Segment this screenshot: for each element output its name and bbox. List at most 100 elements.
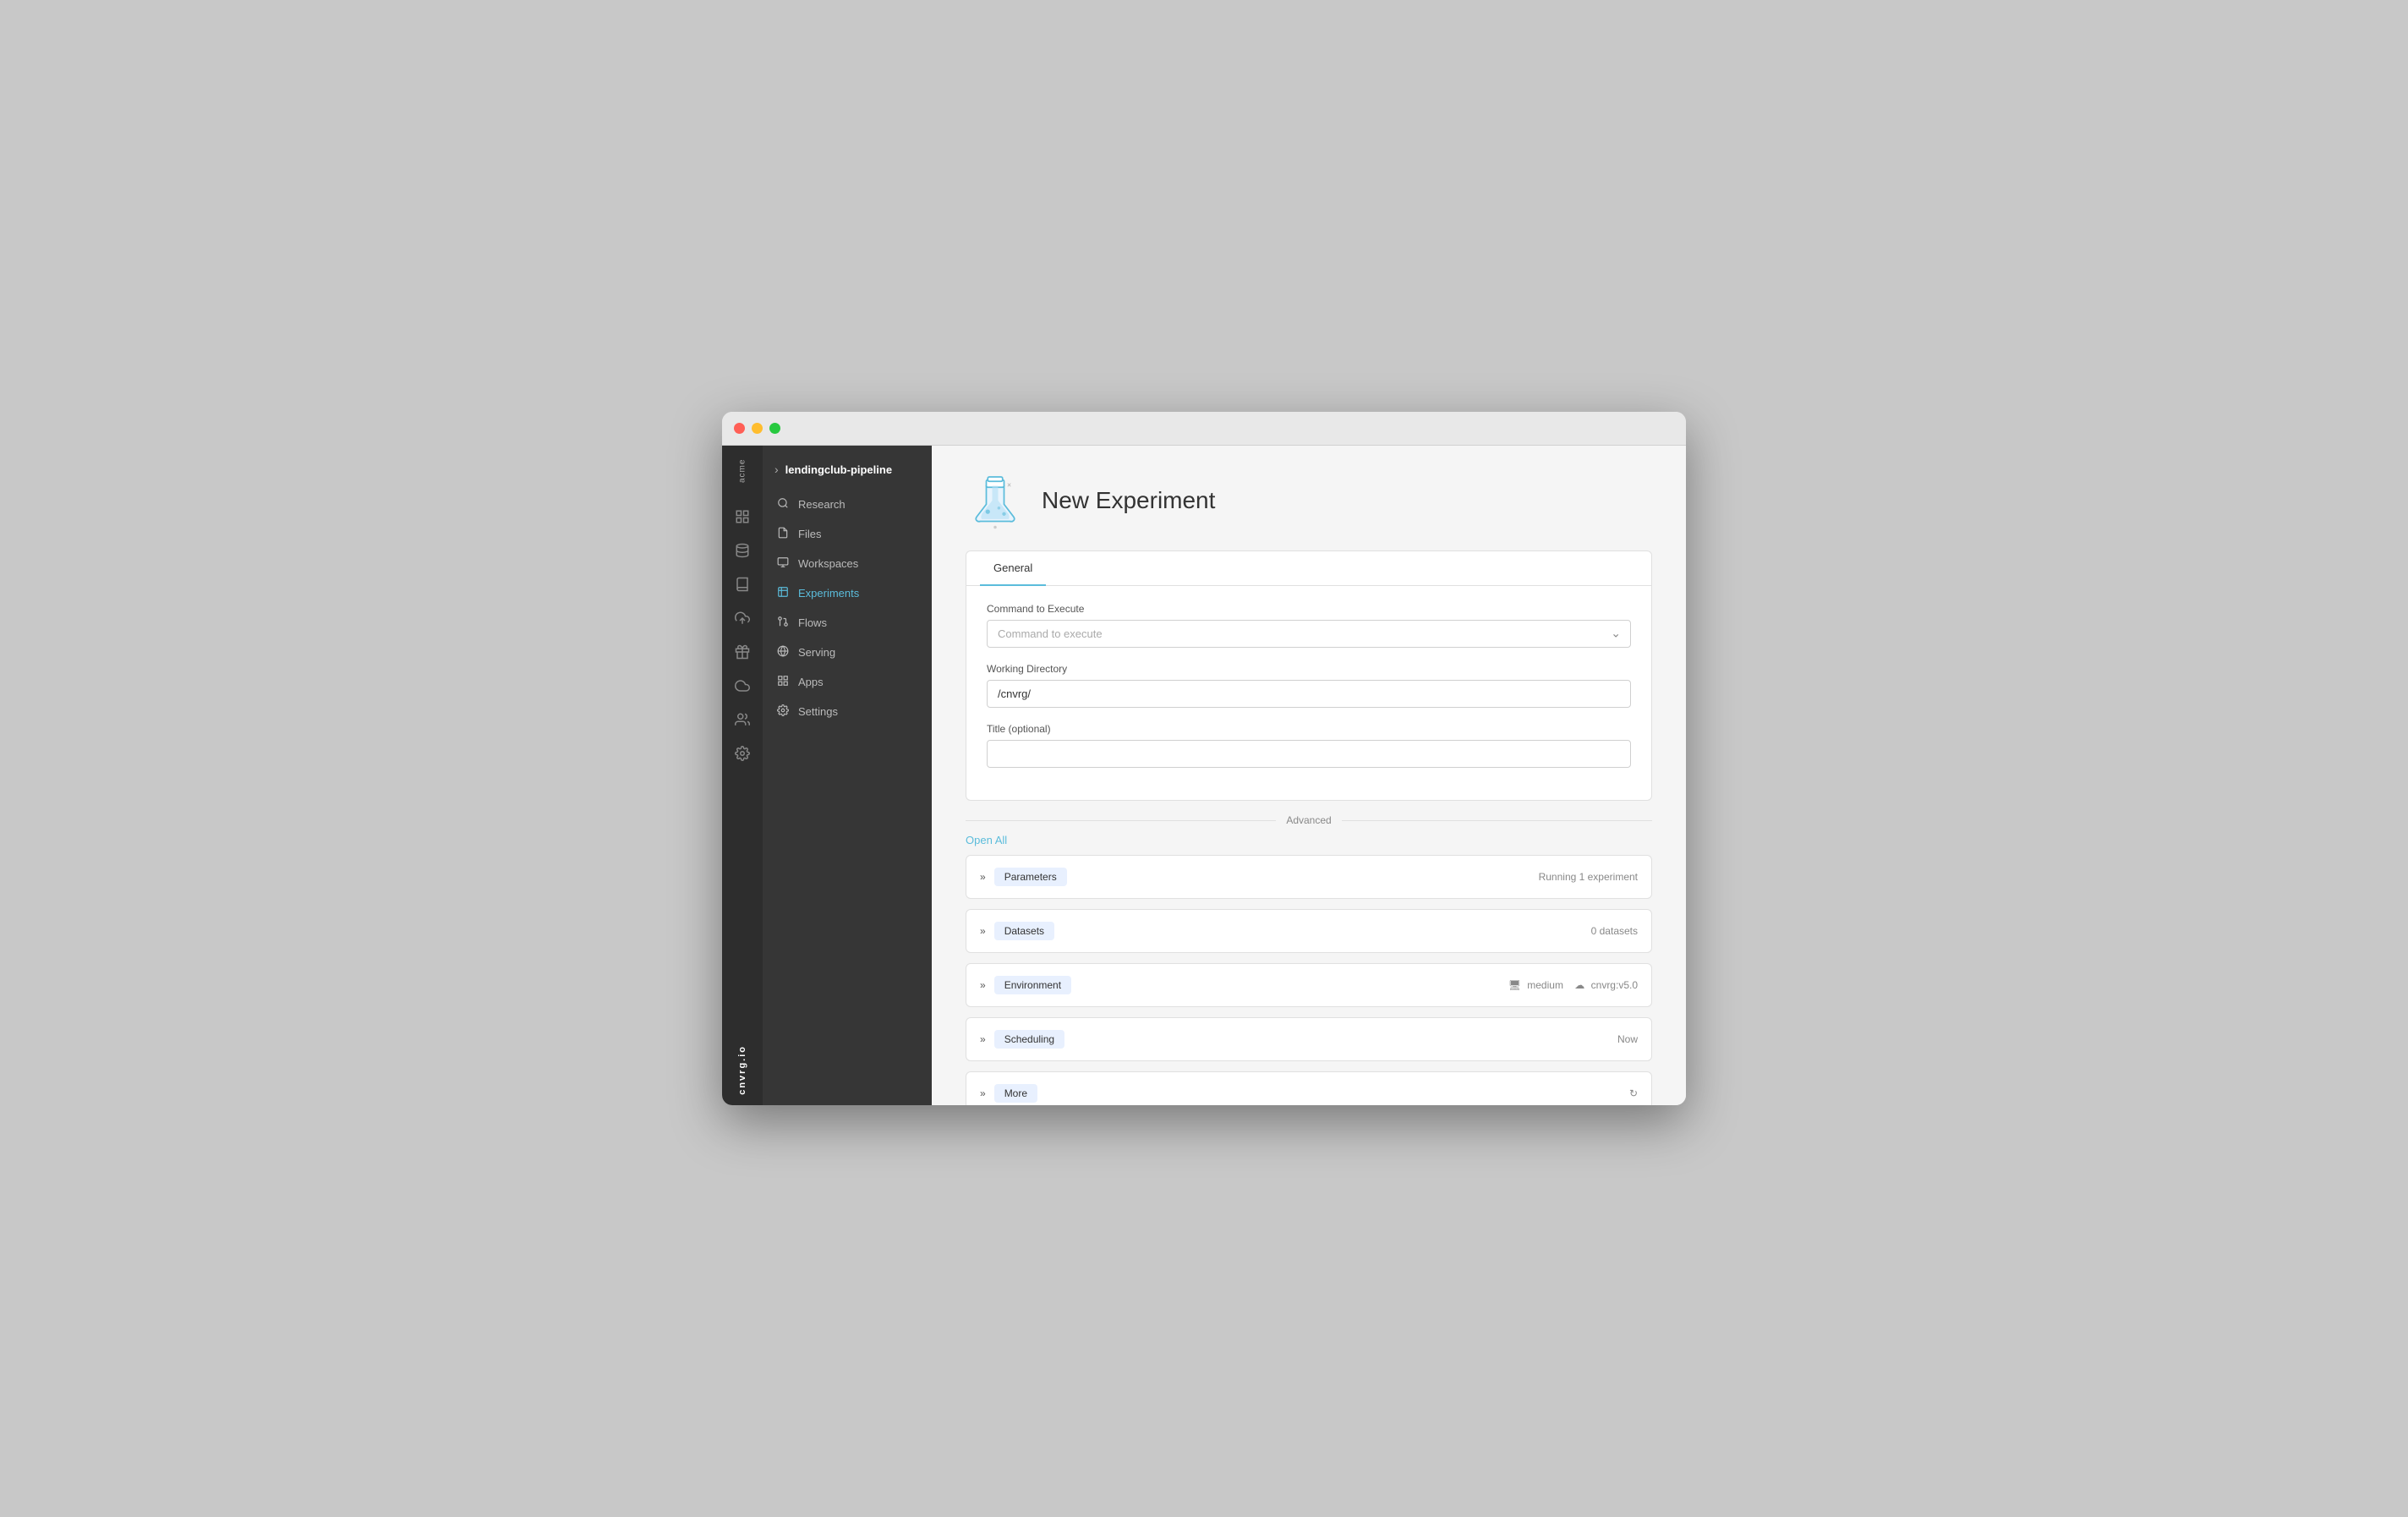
gift-rail-icon[interactable]: [727, 637, 758, 667]
minimize-button[interactable]: [752, 423, 763, 434]
page-title: New Experiment: [1042, 487, 1215, 514]
sidebar-header: › lendingclub-pipeline: [763, 452, 932, 486]
accordion-parameters-header[interactable]: » Parameters Running 1 experiment: [966, 856, 1651, 898]
accordion-datasets-left: » Datasets: [980, 922, 1054, 940]
accordion-scheduling: » Scheduling Now: [966, 1017, 1652, 1061]
project-rail-icon[interactable]: [727, 501, 758, 532]
sidebar-item-settings[interactable]: Settings: [763, 697, 932, 726]
more-chevron-icon: »: [980, 1087, 986, 1099]
sidebar-item-label-workspaces: Workspaces: [798, 557, 858, 570]
sidebar-item-label-experiments: Experiments: [798, 587, 859, 600]
more-label: More: [994, 1084, 1037, 1103]
accordion-scheduling-left: » Scheduling: [980, 1030, 1064, 1049]
environment-version-text: cnvrg:v5.0: [1591, 979, 1638, 991]
project-name: lendingclub-pipeline: [785, 463, 892, 476]
title-form-group: Title (optional): [987, 723, 1631, 768]
tab-general[interactable]: General: [980, 551, 1046, 586]
working-dir-input[interactable]: [987, 680, 1631, 708]
rail-bottom: cnvrg.io: [737, 1038, 747, 1105]
accordion-datasets-header[interactable]: » Datasets 0 datasets: [966, 910, 1651, 952]
maximize-button[interactable]: [769, 423, 780, 434]
command-select[interactable]: Command to execute: [987, 620, 1631, 648]
serving-icon: [776, 645, 790, 660]
parameters-right-text: Running 1 experiment: [1539, 871, 1638, 883]
refresh-icon[interactable]: ↻: [1629, 1087, 1638, 1099]
accordion-datasets: » Datasets 0 datasets: [966, 909, 1652, 953]
accordion-more-header[interactable]: » More ↻: [966, 1072, 1651, 1105]
files-icon: [776, 527, 790, 541]
upload-rail-icon[interactable]: [727, 603, 758, 633]
title-input[interactable]: [987, 740, 1631, 768]
accordion-parameters-left: » Parameters: [980, 868, 1067, 886]
icon-rail: acme: [722, 446, 763, 1105]
tabs-row: General: [966, 551, 1651, 586]
accordion-environment-left: » Environment: [980, 976, 1071, 994]
titlebar: [722, 412, 1686, 446]
sidebar-item-label-files: Files: [798, 528, 821, 540]
datasets-label: Datasets: [994, 922, 1054, 940]
command-form-group: Command to Execute Command to execute: [987, 603, 1631, 648]
workspaces-icon: [776, 556, 790, 571]
environment-right-text: 🖥 medium ☁ cnvrg:v5.0: [1508, 979, 1638, 991]
sidebar-chevron-icon[interactable]: ›: [774, 463, 779, 476]
cloud-rail-icon[interactable]: [727, 671, 758, 701]
settings-nav-icon: [776, 704, 790, 719]
acme-label: acme: [729, 457, 756, 485]
sidebar: › lendingclub-pipeline Research: [763, 446, 932, 1105]
general-card-body: Command to Execute Command to execute Wo…: [966, 586, 1651, 800]
apps-icon: [776, 675, 790, 689]
sidebar-item-experiments[interactable]: Experiments: [763, 578, 932, 608]
sidebar-item-label-apps: Apps: [798, 676, 824, 688]
general-card: General Command to Execute Command to ex…: [966, 550, 1652, 801]
sidebar-nav: Research Files: [763, 486, 932, 730]
sidebar-item-files[interactable]: Files: [763, 519, 932, 549]
scheduling-right-text: Now: [1617, 1033, 1638, 1045]
main-content: × New Experiment General Command to Exec…: [932, 446, 1686, 1105]
parameters-label: Parameters: [994, 868, 1067, 886]
app-body: acme: [722, 446, 1686, 1105]
sidebar-item-workspaces[interactable]: Workspaces: [763, 549, 932, 578]
command-label: Command to Execute: [987, 603, 1631, 615]
sidebar-item-research[interactable]: Research: [763, 490, 932, 519]
advanced-line-right: [1342, 820, 1652, 821]
advanced-line-left: [966, 820, 1276, 821]
library-rail-icon[interactable]: [727, 569, 758, 600]
settings-rail-icon[interactable]: [727, 738, 758, 769]
working-dir-label: Working Directory: [987, 663, 1631, 675]
app-window: acme: [722, 412, 1686, 1105]
title-label: Title (optional): [987, 723, 1631, 735]
sidebar-item-apps[interactable]: Apps: [763, 667, 932, 697]
accordion-environment-header[interactable]: » Environment 🖥 medium ☁ cnvrg:v5.0: [966, 964, 1651, 1006]
command-select-wrapper: Command to execute: [987, 620, 1631, 648]
environment-cloud-icon: ☁: [1574, 979, 1584, 991]
datasets-chevron-icon: »: [980, 925, 986, 937]
working-dir-form-group: Working Directory: [987, 663, 1631, 708]
environment-label: Environment: [994, 976, 1071, 994]
experiment-illustration: ×: [966, 471, 1025, 530]
experiments-icon: [776, 586, 790, 600]
brand-logo: cnvrg.io: [737, 1038, 747, 1095]
environment-chevron-icon: »: [980, 979, 986, 991]
research-icon: [776, 497, 790, 512]
database-rail-icon[interactable]: [727, 535, 758, 566]
environment-compute-text: medium: [1527, 979, 1563, 991]
team-rail-icon[interactable]: [727, 704, 758, 735]
sidebar-item-label-research: Research: [798, 498, 846, 511]
open-all-link[interactable]: Open All: [966, 834, 1007, 846]
svg-text:×: ×: [1007, 480, 1011, 489]
sidebar-item-serving[interactable]: Serving: [763, 638, 932, 667]
flows-icon: [776, 616, 790, 630]
accordion-environment: » Environment 🖥 medium ☁ cnvrg:v5.0: [966, 963, 1652, 1007]
accordion-scheduling-header[interactable]: » Scheduling Now: [966, 1018, 1651, 1060]
accordion-parameters: » Parameters Running 1 experiment: [966, 855, 1652, 899]
scheduling-chevron-icon: »: [980, 1033, 986, 1045]
more-right-icon: ↻: [1629, 1087, 1638, 1099]
scheduling-label: Scheduling: [994, 1030, 1064, 1049]
sidebar-item-flows[interactable]: Flows: [763, 608, 932, 638]
advanced-divider: Advanced: [966, 814, 1652, 826]
environment-compute-icon: 🖥: [1508, 979, 1521, 991]
accordion-more-left: » More: [980, 1084, 1037, 1103]
datasets-right-text: 0 datasets: [1591, 925, 1638, 937]
sidebar-item-label-serving: Serving: [798, 646, 835, 659]
close-button[interactable]: [734, 423, 745, 434]
